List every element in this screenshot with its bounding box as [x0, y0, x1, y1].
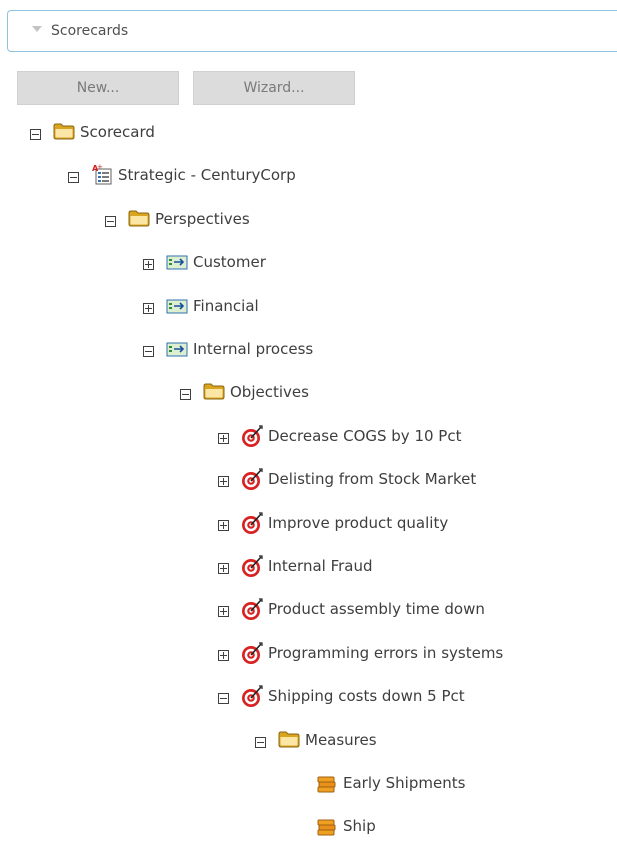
target-icon [241, 467, 263, 491]
folder-icon [53, 120, 75, 144]
folder-icon [128, 207, 150, 231]
tree-node[interactable]: Ship [0, 814, 617, 840]
tree-node-label: Product assembly time down [268, 600, 485, 618]
tree-node[interactable]: Decrease COGS by 10 Pct [0, 424, 617, 450]
tree-node-label: Measures [305, 731, 377, 749]
measure-icon [316, 814, 338, 838]
expand-icon[interactable] [218, 433, 229, 444]
tree-node[interactable]: Delisting from Stock Market [0, 467, 617, 493]
tree-node[interactable]: Programming errors in systems [0, 641, 617, 667]
tree-node-label: Financial [193, 297, 259, 315]
collapse-icon[interactable] [105, 216, 116, 227]
target-icon [241, 424, 263, 448]
tree-node-label: Early Shipments [343, 774, 466, 792]
svg-text:+: + [97, 163, 103, 171]
target-icon [241, 554, 263, 578]
collapse-icon[interactable] [143, 346, 154, 357]
tree-node[interactable]: Financial [0, 294, 617, 320]
tree-node[interactable]: Measures [0, 728, 617, 754]
target-icon [241, 641, 263, 665]
measure-icon [316, 771, 338, 795]
expand-icon[interactable] [143, 259, 154, 270]
perspective-icon [166, 250, 188, 274]
tree-node[interactable]: Customer [0, 250, 617, 276]
collapse-icon[interactable] [180, 389, 191, 400]
panel-title: Scorecards [51, 23, 129, 39]
expand-icon[interactable] [218, 520, 229, 531]
collapse-icon[interactable] [218, 693, 229, 704]
expand-icon[interactable] [218, 606, 229, 617]
tree-node-label: Objectives [230, 383, 309, 401]
scorecard-icon: A + [91, 163, 113, 187]
chevron-down-icon[interactable] [32, 26, 42, 32]
tree-node[interactable]: Improve product quality [0, 511, 617, 537]
collapse-icon[interactable] [68, 172, 79, 183]
tree-node-label: Internal process [193, 340, 314, 358]
tree-node[interactable]: Perspectives [0, 207, 617, 233]
tree-node[interactable]: Scorecard [0, 120, 617, 146]
expand-icon[interactable] [218, 650, 229, 661]
target-icon [241, 597, 263, 621]
tree-node-label: Programming errors in systems [268, 644, 504, 662]
tree-node-label: Ship [343, 817, 376, 835]
tree-node-label: Shipping costs down 5 Pct [268, 687, 465, 705]
wizard-button[interactable]: Wizard... [193, 71, 355, 105]
tree-node[interactable]: Internal process [0, 337, 617, 363]
expand-icon[interactable] [218, 563, 229, 574]
collapse-icon[interactable] [30, 129, 41, 140]
new-button[interactable]: New... [17, 71, 179, 105]
folder-icon [278, 728, 300, 752]
target-icon [241, 684, 263, 708]
tree-node[interactable]: A + Strategic - CenturyCorp [0, 163, 617, 189]
tree-node-label: Internal Fraud [268, 557, 373, 575]
target-icon [241, 511, 263, 535]
tree-node[interactable]: Objectives [0, 380, 617, 406]
tree-node[interactable]: Internal Fraud [0, 554, 617, 580]
tree-node-label: Strategic - CenturyCorp [118, 166, 296, 184]
expand-icon[interactable] [143, 303, 154, 314]
tree-node[interactable]: Product assembly time down [0, 597, 617, 623]
perspective-icon [166, 294, 188, 318]
perspective-icon [166, 337, 188, 361]
tree-node[interactable]: Shipping costs down 5 Pct [0, 684, 617, 710]
expand-icon[interactable] [218, 476, 229, 487]
tree-node-label: Perspectives [155, 210, 250, 228]
folder-icon [203, 380, 225, 404]
scorecards-panel-header[interactable]: Scorecards [7, 10, 617, 52]
tree-node-label: Customer [193, 253, 266, 271]
collapse-icon[interactable] [255, 737, 266, 748]
tree-node-label: Delisting from Stock Market [268, 470, 477, 488]
tree-node-label: Scorecard [80, 123, 155, 141]
tree-node[interactable]: Early Shipments [0, 771, 617, 797]
tree-node-label: Decrease COGS by 10 Pct [268, 427, 462, 445]
tree-node-label: Improve product quality [268, 514, 449, 532]
